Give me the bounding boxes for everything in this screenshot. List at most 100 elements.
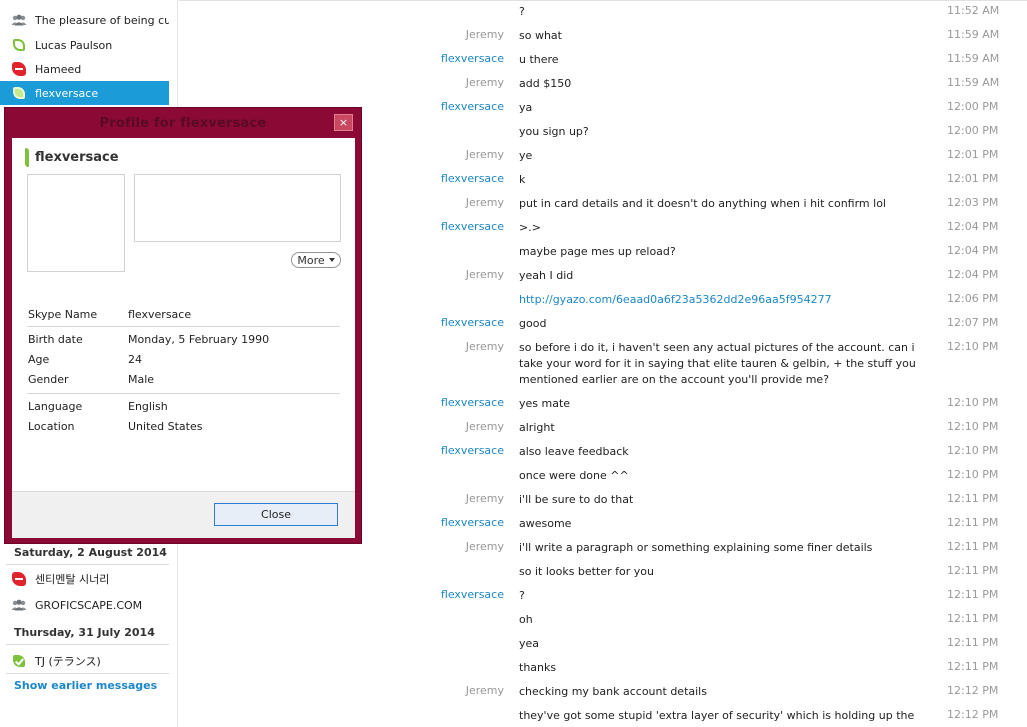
field-value: flexversace xyxy=(128,308,192,321)
online-status-icon xyxy=(25,148,29,167)
message-sender[interactable]: Jeremy xyxy=(379,340,504,353)
message-timestamp: 12:10 PM xyxy=(947,468,999,481)
message-link[interactable]: http://gyazo.com/6eaad0a6f23a5362dd2e96a… xyxy=(519,292,934,308)
message-text: oh xyxy=(519,613,533,626)
divider xyxy=(27,326,340,327)
message-text: maybe page mes up reload? xyxy=(519,245,676,258)
message-sender[interactable]: Jeremy xyxy=(379,148,504,161)
more-button[interactable]: More xyxy=(291,252,341,268)
message-sender[interactable]: flexversace xyxy=(379,172,504,185)
message-sender[interactable]: flexversace xyxy=(379,220,504,233)
message-timestamp: 11:59 AM xyxy=(947,52,1000,65)
message-sender[interactable]: Jeremy xyxy=(379,420,504,433)
message-text: >.> xyxy=(519,221,541,234)
profile-field-row: Location United States xyxy=(28,420,340,440)
contact-item[interactable]: TJ (テランス) xyxy=(0,649,169,673)
field-value: 24 xyxy=(128,353,142,366)
field-value: Monday, 5 February 1990 xyxy=(128,333,270,346)
profile-name: flexversace xyxy=(25,148,119,167)
message-timestamp: 12:11 PM xyxy=(947,516,999,529)
message-timestamp: 11:59 AM xyxy=(947,76,1000,89)
message-sender[interactable]: Jeremy xyxy=(379,28,504,41)
message-timestamp: 12:11 PM xyxy=(947,492,999,505)
contact-item[interactable]: Hameed xyxy=(0,57,169,81)
message-text: yes mate xyxy=(519,397,571,410)
contact-name: The pleasure of being cu... xyxy=(35,13,169,27)
message-text: checking my bank account details xyxy=(519,685,707,698)
message-timestamp: 12:00 PM xyxy=(947,100,999,113)
field-label: Gender xyxy=(28,373,69,386)
message-text: ? xyxy=(519,589,525,602)
message-sender[interactable]: Jeremy xyxy=(379,76,504,89)
message-sender[interactable]: flexversace xyxy=(379,100,504,113)
close-icon[interactable]: × xyxy=(334,114,353,131)
group-icon xyxy=(11,12,27,28)
message-text: ya xyxy=(519,101,533,114)
message-timestamp: 11:52 AM xyxy=(947,4,1000,17)
message-timestamp: 12:04 PM xyxy=(947,268,999,281)
message-timestamp: 12:11 PM xyxy=(947,564,999,577)
message-sender[interactable]: flexversace xyxy=(379,588,504,601)
busy-status-icon xyxy=(11,61,27,77)
message-text: ye xyxy=(519,149,533,162)
message-timestamp: 12:10 PM xyxy=(947,420,999,433)
message-sender[interactable]: Jeremy xyxy=(379,540,504,553)
message-text: k xyxy=(519,173,526,186)
message-timestamp: 12:12 PM xyxy=(947,708,999,721)
message-sender[interactable]: flexversace xyxy=(379,444,504,457)
message-sender[interactable]: Jeremy xyxy=(379,196,504,209)
message-text: awesome xyxy=(519,517,572,530)
message-timestamp: 12:06 PM xyxy=(947,292,999,305)
field-value: English xyxy=(128,400,168,413)
field-label: Age xyxy=(28,353,50,366)
message-timestamp: 12:01 PM xyxy=(947,172,999,185)
message-timestamp: 12:07 PM xyxy=(947,316,999,329)
field-label: Language xyxy=(28,400,83,413)
message-timestamp: 12:11 PM xyxy=(947,660,999,673)
close-button[interactable]: Close xyxy=(214,503,338,526)
message-timestamp: 12:10 PM xyxy=(947,396,999,409)
online-status-icon xyxy=(11,85,27,101)
message-text: yeah I did xyxy=(519,269,574,282)
message-sender[interactable]: Jeremy xyxy=(379,492,504,505)
group-icon xyxy=(11,597,27,613)
show-earlier-messages-link[interactable]: Show earlier messages xyxy=(14,679,157,692)
online-status-icon xyxy=(11,37,27,53)
dialog-footer: Close xyxy=(12,491,355,538)
message-text: so before i do it, i haven't seen any ac… xyxy=(519,341,916,386)
message-timestamp: 12:11 PM xyxy=(947,588,999,601)
chevron-down-icon xyxy=(328,258,335,262)
contact-item[interactable]: 센티멘탈 시너리 xyxy=(0,567,169,591)
contact-item[interactable]: Lucas Paulson xyxy=(0,33,169,57)
date-header: Saturday, 2 August 2014 xyxy=(6,541,169,565)
message-sender[interactable]: flexversace xyxy=(379,52,504,65)
dialog-title: Profile for flexversace xyxy=(99,115,267,131)
contact-item[interactable]: The pleasure of being cu... xyxy=(0,8,169,32)
message-text: also leave feedback xyxy=(519,445,629,458)
contact-item-selected[interactable]: flexversace xyxy=(0,81,169,105)
profile-name-text: flexversace xyxy=(35,150,119,165)
mood-message-box xyxy=(134,174,341,242)
message-text: good xyxy=(519,317,547,330)
message-sender[interactable]: flexversace xyxy=(379,396,504,409)
divider xyxy=(27,393,340,394)
message-sender[interactable]: Jeremy xyxy=(379,684,504,697)
contact-item[interactable]: GROFICSCAPE.COM xyxy=(0,593,169,617)
message-timestamp: 12:11 PM xyxy=(947,612,999,625)
contact-name: 센티멘탈 시너리 xyxy=(35,573,110,586)
message-timestamp: 12:01 PM xyxy=(947,148,999,161)
contact-name: GROFICSCAPE.COM xyxy=(35,598,143,612)
message-text: i'll be sure to do that xyxy=(519,493,634,506)
message-text: yea xyxy=(519,637,540,650)
more-label: More xyxy=(297,253,325,267)
profile-field-row: Age 24 xyxy=(28,353,340,373)
message-sender[interactable]: Jeremy xyxy=(379,268,504,281)
avatar xyxy=(27,174,125,272)
profile-field-row: Skype Name flexversace xyxy=(28,308,340,328)
message-timestamp: 11:59 AM xyxy=(947,28,1000,41)
message-timestamp: 12:00 PM xyxy=(947,124,999,137)
message-sender[interactable]: flexversace xyxy=(379,316,504,329)
message-sender[interactable]: flexversace xyxy=(379,516,504,529)
profile-field-row: Gender Male xyxy=(28,373,340,393)
contact-name: Hameed xyxy=(35,62,82,76)
